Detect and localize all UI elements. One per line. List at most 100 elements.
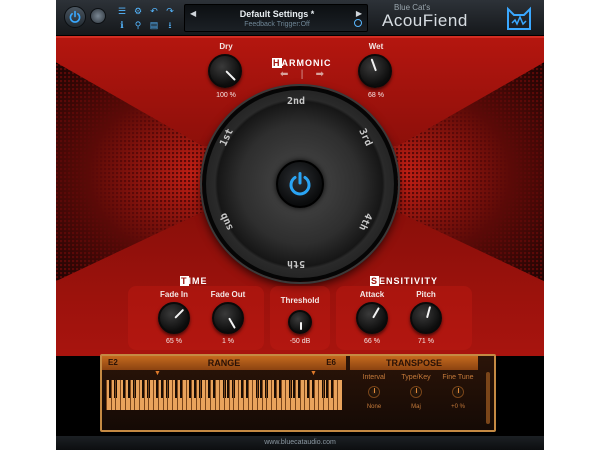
white-key-divider [205, 380, 207, 410]
effect-power-button[interactable] [276, 160, 324, 208]
white-key-divider [332, 380, 334, 410]
white-key-divider [257, 380, 259, 410]
undo-icon[interactable]: ↶ [146, 4, 162, 18]
fade-in-knob-indicator [174, 308, 185, 319]
white-key-divider [299, 380, 301, 410]
white-key-divider [129, 380, 131, 410]
white-key-divider [148, 380, 150, 410]
dry-knob-indicator [225, 70, 236, 81]
attack-knob[interactable] [356, 302, 388, 334]
wet-knob-indicator [370, 58, 377, 72]
white-key-divider [172, 380, 174, 410]
white-key-divider [110, 380, 112, 410]
type-key-label: Type/Key [401, 374, 431, 381]
white-key-divider [294, 380, 296, 410]
output-gain-knob[interactable] [90, 8, 106, 24]
sensitivity-title: SENSITIVITY [370, 276, 439, 286]
pitch-knob[interactable] [410, 302, 442, 334]
blue-cat-logo-icon[interactable] [504, 3, 534, 33]
white-key-divider [252, 380, 254, 410]
power-icon [69, 10, 81, 23]
dry-knob[interactable] [208, 54, 242, 88]
white-key-divider [247, 380, 249, 410]
fade-in-label: Fade In [159, 290, 188, 299]
harmonic-label-2nd[interactable]: 2nd [287, 96, 305, 107]
white-key-divider [318, 380, 320, 410]
white-key-divider [280, 380, 282, 410]
white-key-divider [200, 380, 202, 410]
harmonic-left-arrow-icon[interactable]: ⬅ [280, 69, 288, 80]
dry-label: Dry [219, 42, 233, 51]
white-key-divider [181, 380, 183, 410]
white-key-divider [242, 380, 244, 410]
brand-product: AcouFiend [382, 11, 468, 30]
white-key-divider [143, 380, 145, 410]
fade-in-value: 65 % [166, 338, 182, 345]
white-key-divider [190, 380, 192, 410]
white-key-divider [323, 380, 325, 410]
fade-in-knob[interactable] [158, 302, 190, 334]
interval-knob[interactable] [368, 386, 380, 398]
white-key-divider [219, 380, 221, 410]
white-key-divider [271, 380, 273, 410]
interval-value: None [366, 404, 382, 410]
redo-icon[interactable]: ↷ [162, 4, 178, 18]
range-keyboard[interactable] [106, 380, 342, 410]
time-title: TIME [180, 276, 208, 286]
white-key-divider [337, 380, 339, 410]
attack-label: Attack [359, 290, 385, 299]
harmonic-arrows[interactable]: ⬅ | ➡ [280, 68, 324, 80]
threshold-label: Threshold [280, 296, 320, 305]
harmonic-right-arrow-icon[interactable]: ➡ [316, 69, 324, 80]
range-header: E2 RANGE E6 [102, 356, 346, 370]
type-key-value: Maj [411, 404, 421, 410]
white-key-divider [290, 380, 292, 410]
preset-indicator-icon[interactable] [354, 19, 362, 27]
bypass-power-button[interactable] [64, 6, 86, 28]
range-low-handle-icon[interactable]: ▼ [154, 370, 161, 377]
presets-icon[interactable]: ▤ [146, 18, 162, 32]
range-high-handle-icon[interactable]: ▼ [310, 370, 317, 377]
white-key-divider [162, 380, 164, 410]
attack-knob-indicator [372, 307, 380, 319]
threshold-knob-indicator [300, 322, 302, 331]
white-key-divider [224, 380, 225, 410]
white-key-divider [120, 380, 122, 410]
white-key-divider [153, 380, 155, 410]
wet-label: Wet [368, 42, 384, 51]
white-key-divider [285, 380, 287, 410]
harmonic-label-5th[interactable]: 5th [287, 258, 305, 269]
white-key-divider [115, 380, 117, 410]
white-key-divider [304, 380, 306, 410]
save-icon[interactable]: ⭳ [162, 18, 178, 32]
menu-icon[interactable]: ☰ [114, 4, 130, 18]
preset-status: Feedback Trigger:Off [244, 21, 310, 28]
transpose-scrollbar[interactable] [486, 372, 490, 424]
footer-url[interactable]: www.bluecataudio.com [56, 436, 544, 450]
interval-knob-indicator [374, 388, 375, 393]
info-icon[interactable]: ℹ [114, 18, 130, 32]
wet-value: 68 % [368, 92, 384, 99]
white-key-divider [139, 380, 141, 410]
type-key-knob[interactable] [410, 386, 422, 398]
wet-knob[interactable] [358, 54, 392, 88]
fade-out-knob[interactable] [212, 302, 244, 334]
white-key-divider [106, 380, 107, 410]
fine-tune-value: +0 % [451, 404, 465, 410]
white-key-divider [134, 380, 136, 410]
type-key-knob-indicator [416, 388, 417, 393]
zoom-icon[interactable]: ⚲ [130, 18, 146, 32]
harmonic-divider: | [300, 68, 304, 80]
white-key-divider [124, 380, 126, 410]
fine-tune-knob[interactable] [452, 386, 464, 398]
white-key-divider [313, 380, 315, 410]
fine-tune-label: Fine Tune [442, 374, 474, 381]
fade-out-knob-indicator [228, 317, 236, 329]
threshold-knob[interactable] [288, 310, 312, 334]
white-key-divider [233, 380, 235, 410]
interval-label: Interval [362, 374, 386, 381]
pitch-knob-indicator [426, 306, 432, 319]
pitch-label: Pitch [416, 290, 436, 299]
preset-selector[interactable]: ◀ ▶ Default Settings * Feedback Trigger:… [184, 4, 368, 32]
settings-icon[interactable]: ⚙ [130, 4, 146, 18]
